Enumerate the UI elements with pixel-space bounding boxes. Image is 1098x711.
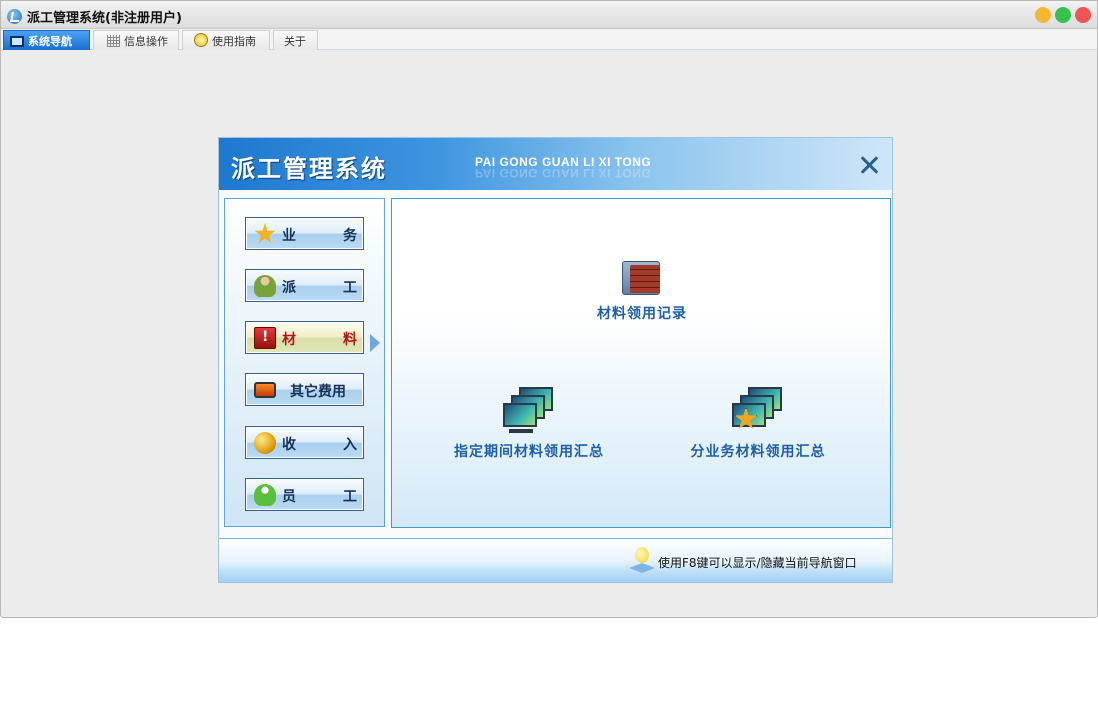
monitors-icon [503, 385, 555, 433]
tab-label: 系统导航 [28, 35, 72, 48]
tab-label: 关于 [284, 35, 306, 48]
monitor-icon [10, 36, 24, 47]
business-material-summary[interactable]: 分业务材料领用汇总 [678, 385, 838, 461]
tab-system-nav[interactable]: 系统导航 [3, 30, 90, 50]
star-icon [254, 223, 276, 244]
worker-icon [254, 275, 276, 297]
panel-subtitle-reflection: PAI GONG GUAN LI XI TONG [475, 166, 652, 180]
material-usage-record[interactable]: 材料领用记录 [572, 259, 712, 323]
monitors-star-icon [732, 385, 784, 433]
bulb-icon [194, 33, 208, 47]
tab-label: 信息操作 [124, 35, 168, 48]
panel-footer: 使用F8键可以显示/隐藏当前导航窗口 [219, 538, 892, 582]
grid-icon [107, 35, 120, 47]
users-icon [254, 484, 276, 506]
nav-item-employees[interactable]: 员工 [245, 478, 364, 511]
tv-icon [254, 382, 276, 398]
tab-label: 使用指南 [212, 35, 256, 48]
category-sidebar: 业务 派工 材料 其它费用 收入 员工 [224, 198, 385, 527]
tab-user-guide[interactable]: 使用指南 [182, 30, 270, 50]
tab-info-ops[interactable]: 信息操作 [93, 30, 179, 50]
close-icon[interactable] [859, 154, 881, 176]
period-material-summary[interactable]: 指定期间材料领用汇总 [444, 385, 614, 461]
nav-item-income[interactable]: 收入 [245, 426, 364, 459]
close-window-button[interactable] [1075, 7, 1091, 23]
item-label: 材料领用记录 [597, 306, 687, 322]
minimize-button[interactable] [1035, 7, 1051, 23]
panel-title: 派工管理系统 [231, 155, 387, 183]
nav-item-dispatch[interactable]: 派工 [245, 269, 364, 302]
nav-item-materials[interactable]: 材料 [245, 321, 364, 354]
app-logo-icon [7, 9, 22, 24]
item-label: 分业务材料领用汇总 [690, 444, 826, 460]
nav-item-label: 员工 [282, 489, 358, 505]
brick-folder-icon [622, 259, 662, 295]
hint-text: 使用F8键可以显示/隐藏当前导航窗口 [658, 556, 857, 570]
item-label: 指定期间材料领用汇总 [454, 444, 604, 460]
nav-item-label: 派工 [282, 280, 358, 296]
nav-item-label: 业务 [282, 228, 358, 244]
nav-item-business[interactable]: 业务 [245, 217, 364, 250]
title-bar: 派工管理系统(非注册用户) [1, 1, 1097, 29]
coins-icon [254, 432, 276, 454]
nav-item-label: 收入 [282, 437, 358, 453]
nav-item-other-expenses[interactable]: 其它费用 [245, 373, 364, 406]
navigation-panel: 派工管理系统 PAI GONG GUAN LI XI TONG PAI GONG… [218, 137, 893, 583]
lightbulb-icon [629, 547, 655, 575]
content-area: 材料领用记录 指定期间材料领用汇总 分业务材料领用汇总 [391, 198, 891, 528]
nav-item-label: 其它费用 [290, 384, 346, 400]
app-window: 派工管理系统(非注册用户) 系统导航 信息操作 使用指南 关于 派工管理系统 P… [0, 0, 1098, 618]
active-indicator-arrow [370, 334, 380, 352]
tab-about[interactable]: 关于 [273, 30, 318, 50]
nav-item-label: 材料 [282, 332, 358, 348]
window-title: 派工管理系统(非注册用户) [27, 11, 182, 26]
tab-bar: 系统导航 信息操作 使用指南 关于 [1, 29, 1097, 50]
maximize-button[interactable] [1055, 7, 1071, 23]
alert-monitor-icon [254, 327, 276, 349]
panel-header: 派工管理系统 PAI GONG GUAN LI XI TONG PAI GONG… [219, 138, 892, 190]
